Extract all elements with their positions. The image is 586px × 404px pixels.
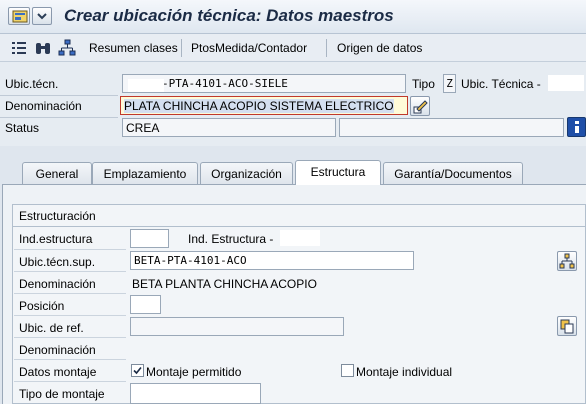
ubic-row: Ubic.técn. -PTA-4101-ACO-SIELE Tipo Z Ub… bbox=[0, 73, 586, 95]
status-label: Status bbox=[5, 121, 40, 135]
ubic-value: -PTA-4101-ACO-SIELE bbox=[162, 77, 288, 90]
montaje-permitido-label: Montaje permitido bbox=[146, 365, 242, 379]
application-toolbar: Resumen clases PtosMedida/Contador Orige… bbox=[0, 34, 586, 62]
tipo-field[interactable]: Z bbox=[443, 74, 456, 93]
ind-estructura-text: Ind. Estructura - bbox=[188, 232, 274, 246]
toolbar-separator bbox=[181, 39, 182, 57]
binoculars-icon[interactable] bbox=[34, 39, 52, 57]
denominacion-row: Denominación PLATA CHINCHA ACOPIO SISTEM… bbox=[0, 95, 586, 117]
window-menu-icon bbox=[12, 10, 28, 23]
toolbar-separator bbox=[326, 39, 327, 57]
tipo-text: Ubic. Técnica - bbox=[461, 77, 541, 91]
checkmark-icon bbox=[133, 366, 142, 375]
tipo-montaje-label: Tipo de montaje bbox=[19, 387, 105, 401]
status-row: Status CREA bbox=[0, 117, 586, 139]
ubic-sup-label: Ubic.técn.sup. bbox=[19, 255, 96, 269]
ubic-ref-field[interactable] bbox=[130, 317, 344, 336]
row-divider bbox=[14, 381, 126, 382]
redacted-area bbox=[280, 230, 320, 246]
row-divider bbox=[14, 271, 126, 272]
denominacion-input[interactable]: PLATA CHINCHA ACOPIO SISTEMA ELECTRICO bbox=[120, 96, 408, 115]
denominacion-sup-label: Denominación bbox=[19, 277, 96, 291]
resumen-clases-button[interactable]: Resumen clases bbox=[89, 41, 178, 55]
ind-estructura-label: Ind.estructura bbox=[19, 232, 93, 246]
ptos-medida-button[interactable]: PtosMedida/Contador bbox=[191, 41, 307, 55]
datos-montaje-label: Datos montaje bbox=[19, 365, 97, 379]
ubic-field[interactable]: -PTA-4101-ACO-SIELE bbox=[122, 74, 406, 93]
list-icon[interactable] bbox=[10, 39, 28, 57]
row-divider bbox=[14, 249, 126, 250]
row-divider bbox=[14, 337, 126, 338]
title-bar: Crear ubicación técnica: Datos maestros bbox=[0, 0, 586, 34]
redacted-area bbox=[548, 75, 584, 91]
group-divider bbox=[13, 226, 586, 227]
ind-estructura-field[interactable] bbox=[130, 229, 169, 248]
reference-button[interactable] bbox=[557, 316, 577, 336]
tipo-montaje-field[interactable] bbox=[130, 383, 261, 404]
montaje-individual-label: Montaje individual bbox=[356, 365, 453, 379]
denominacion-sup-value: BETA PLANTA CHINCHA ACOPIO bbox=[132, 277, 317, 291]
hierarchy-icon bbox=[559, 253, 575, 269]
tab-general[interactable]: General bbox=[22, 162, 92, 184]
ubic-sup-field[interactable]: BETA-PTA-4101-ACO bbox=[130, 251, 414, 270]
tab-strip: General Emplazamiento Organización Estru… bbox=[0, 160, 586, 185]
hierarchy-button[interactable] bbox=[557, 251, 577, 271]
copy-reference-icon bbox=[560, 319, 574, 334]
system-menu-button[interactable] bbox=[8, 7, 30, 25]
montaje-individual-checkbox[interactable] bbox=[341, 364, 354, 377]
denominacion-value: PLATA CHINCHA ACOPIO SISTEMA ELECTRICO bbox=[124, 99, 394, 113]
row-divider bbox=[14, 315, 126, 316]
ubic-label: Ubic.técn. bbox=[5, 77, 59, 91]
group-title: Estructuración bbox=[19, 209, 96, 223]
system-dropdown-button[interactable] bbox=[32, 7, 52, 25]
posicion-field[interactable] bbox=[130, 295, 161, 314]
montaje-permitido-checkbox[interactable] bbox=[131, 364, 144, 377]
row-divider bbox=[14, 359, 126, 360]
tab-garantia-documentos[interactable]: Garantía/Documentos bbox=[383, 162, 523, 184]
info-icon bbox=[575, 121, 579, 133]
header-area: Ubic.técn. -PTA-4101-ACO-SIELE Tipo Z Ub… bbox=[0, 62, 586, 146]
status-detail-field bbox=[339, 118, 564, 137]
status-field: CREA bbox=[122, 118, 336, 137]
denominacion-ref-label: Denominación bbox=[19, 343, 96, 357]
hierarchy-icon[interactable] bbox=[58, 39, 76, 57]
tab-emplazamiento[interactable]: Emplazamiento bbox=[92, 162, 198, 184]
tipo-label: Tipo bbox=[412, 77, 435, 91]
chevron-down-icon bbox=[37, 13, 47, 20]
ubic-ref-label: Ubic. de ref. bbox=[19, 321, 84, 335]
tab-estructura[interactable]: Estructura bbox=[295, 160, 381, 185]
row-divider bbox=[14, 293, 126, 294]
pencil-icon bbox=[413, 100, 428, 114]
tab-organizacion[interactable]: Organización bbox=[200, 162, 293, 184]
posicion-label: Posición bbox=[19, 299, 65, 313]
edit-text-button[interactable] bbox=[410, 96, 430, 116]
origen-datos-button[interactable]: Origen de datos bbox=[337, 41, 422, 55]
page-title: Crear ubicación técnica: Datos maestros bbox=[64, 6, 394, 25]
info-button[interactable] bbox=[567, 117, 586, 137]
denominacion-label: Denominación bbox=[5, 99, 82, 113]
